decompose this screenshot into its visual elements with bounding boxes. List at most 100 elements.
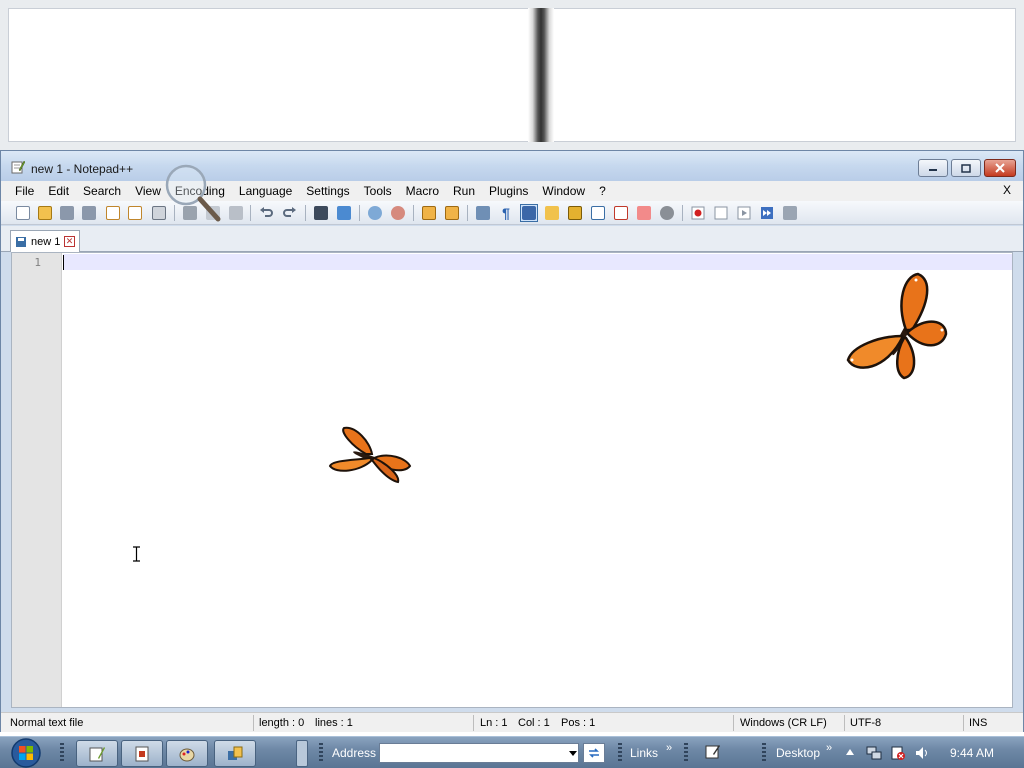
address-toolbar-label: Address bbox=[332, 746, 377, 760]
menu-settings[interactable]: Settings bbox=[299, 181, 356, 201]
toolbar-separator bbox=[467, 205, 468, 221]
close-document-button[interactable]: X bbox=[1003, 183, 1011, 197]
address-go-button[interactable] bbox=[583, 743, 605, 763]
taskbar-grip[interactable] bbox=[684, 743, 688, 763]
status-length: length : 0 bbox=[259, 717, 305, 729]
menu-language[interactable]: Language bbox=[232, 181, 299, 201]
run-macro-multiple-button[interactable] bbox=[758, 204, 776, 222]
taskbar-app-3[interactable] bbox=[166, 740, 208, 767]
taskbar-grip[interactable] bbox=[762, 743, 766, 763]
word-wrap-icon bbox=[476, 206, 490, 220]
quick-launch-notepad-icon[interactable] bbox=[705, 744, 721, 760]
user-language-button[interactable] bbox=[543, 204, 561, 222]
stop-icon bbox=[714, 206, 728, 220]
text-cursor-icon bbox=[133, 546, 140, 562]
play-macro-button[interactable] bbox=[735, 204, 753, 222]
cut-button[interactable] bbox=[181, 204, 199, 222]
sync-horizontal-button[interactable] bbox=[443, 204, 461, 222]
save-macro-icon bbox=[783, 206, 797, 220]
copy-button[interactable] bbox=[204, 204, 222, 222]
menu-run[interactable]: Run bbox=[446, 181, 482, 201]
menu-edit[interactable]: Edit bbox=[41, 181, 76, 201]
folder-as-workspace-button[interactable] bbox=[612, 204, 630, 222]
undo-button[interactable] bbox=[257, 204, 275, 222]
close-all-button[interactable] bbox=[126, 204, 144, 222]
indent-guide-button[interactable] bbox=[520, 204, 538, 222]
desktop-overflow-chevron-icon[interactable]: » bbox=[826, 742, 832, 754]
open-folder-icon bbox=[38, 206, 52, 220]
control-panel-icon bbox=[228, 746, 243, 760]
menu-tools[interactable]: Tools bbox=[357, 181, 399, 201]
go-arrows-icon bbox=[589, 748, 599, 758]
notepadpp-window: new 1 - Notepad++ File Edit Search View … bbox=[0, 150, 1024, 732]
print-button[interactable] bbox=[150, 204, 168, 222]
address-dropdown-button[interactable] bbox=[566, 743, 579, 763]
volume-icon[interactable] bbox=[914, 745, 930, 761]
indent-guide-icon bbox=[522, 206, 536, 220]
menu-plugins[interactable]: Plugins bbox=[482, 181, 535, 201]
paste-icon bbox=[229, 206, 243, 220]
taskbar-grip[interactable] bbox=[618, 743, 622, 763]
title-bar: new 1 - Notepad++ bbox=[1, 151, 1023, 181]
taskbar-app-4[interactable] bbox=[214, 740, 256, 767]
menu-view[interactable]: View bbox=[128, 181, 168, 201]
zoom-in-button[interactable] bbox=[366, 204, 384, 222]
background-pane bbox=[8, 8, 1016, 142]
zoom-out-button[interactable] bbox=[389, 204, 407, 222]
find-button[interactable] bbox=[312, 204, 330, 222]
save-macro-button[interactable] bbox=[781, 204, 799, 222]
taskbar-grip[interactable] bbox=[60, 743, 64, 763]
action-center-warning-icon[interactable] bbox=[890, 745, 906, 761]
folder-button[interactable] bbox=[635, 204, 653, 222]
system-clock[interactable]: 9:44 AM bbox=[950, 746, 994, 760]
tab-new-1[interactable]: new 1 ✕ bbox=[10, 230, 80, 252]
tab-close-icon[interactable]: ✕ bbox=[64, 236, 75, 247]
minimize-button[interactable] bbox=[918, 159, 948, 177]
menu-search[interactable]: Search bbox=[76, 181, 128, 201]
taskbar-grip[interactable] bbox=[319, 743, 323, 763]
menu-encoding[interactable]: Encoding bbox=[168, 181, 232, 201]
replace-button[interactable] bbox=[335, 204, 353, 222]
function-list-button[interactable] bbox=[589, 204, 607, 222]
toolbar-separator bbox=[250, 205, 251, 221]
stop-macro-button[interactable] bbox=[712, 204, 730, 222]
line-number: 1 bbox=[34, 256, 41, 269]
menu-macro[interactable]: Macro bbox=[399, 181, 446, 201]
redo-button[interactable] bbox=[281, 204, 299, 222]
menu-file[interactable]: File bbox=[1, 181, 41, 201]
status-eol-format: Windows (CR LF) bbox=[740, 717, 827, 729]
network-icon[interactable] bbox=[866, 745, 882, 761]
minimize-icon bbox=[929, 169, 937, 171]
record-macro-button[interactable] bbox=[689, 204, 707, 222]
close-button[interactable] bbox=[984, 159, 1016, 177]
save-all-button[interactable] bbox=[80, 204, 98, 222]
function-list-icon bbox=[591, 206, 605, 220]
links-overflow-chevron-icon[interactable]: » bbox=[666, 742, 672, 754]
menu-help[interactable]: ? bbox=[592, 181, 613, 201]
word-wrap-button[interactable] bbox=[474, 204, 492, 222]
start-button[interactable] bbox=[8, 738, 44, 768]
sync-vertical-button[interactable] bbox=[420, 204, 438, 222]
show-all-characters-button[interactable]: ¶ bbox=[497, 204, 515, 222]
taskbar-scroll-arrows[interactable] bbox=[296, 740, 308, 767]
address-input[interactable] bbox=[379, 743, 579, 763]
taskbar-app-2[interactable] bbox=[121, 740, 163, 767]
show-hidden-icons-arrow-icon[interactable] bbox=[846, 749, 854, 755]
menu-bar: File Edit Search View Encoding Language … bbox=[1, 181, 1023, 201]
menu-window[interactable]: Window bbox=[535, 181, 592, 201]
open-file-button[interactable] bbox=[36, 204, 54, 222]
chevron-down-icon bbox=[568, 750, 577, 756]
document-map-button[interactable] bbox=[566, 204, 584, 222]
save-button[interactable] bbox=[58, 204, 76, 222]
new-file-button[interactable] bbox=[14, 204, 32, 222]
status-insert-mode: INS bbox=[969, 717, 988, 729]
maximize-button[interactable] bbox=[951, 159, 981, 177]
redo-icon bbox=[283, 207, 296, 217]
taskbar-notepadpp[interactable] bbox=[76, 740, 118, 767]
fast-forward-icon bbox=[761, 207, 773, 219]
monitoring-button[interactable] bbox=[658, 204, 676, 222]
paste-button[interactable] bbox=[227, 204, 245, 222]
status-file-type: Normal text file bbox=[10, 717, 84, 729]
close-file-button[interactable] bbox=[104, 204, 122, 222]
document-saved-icon bbox=[16, 236, 26, 247]
